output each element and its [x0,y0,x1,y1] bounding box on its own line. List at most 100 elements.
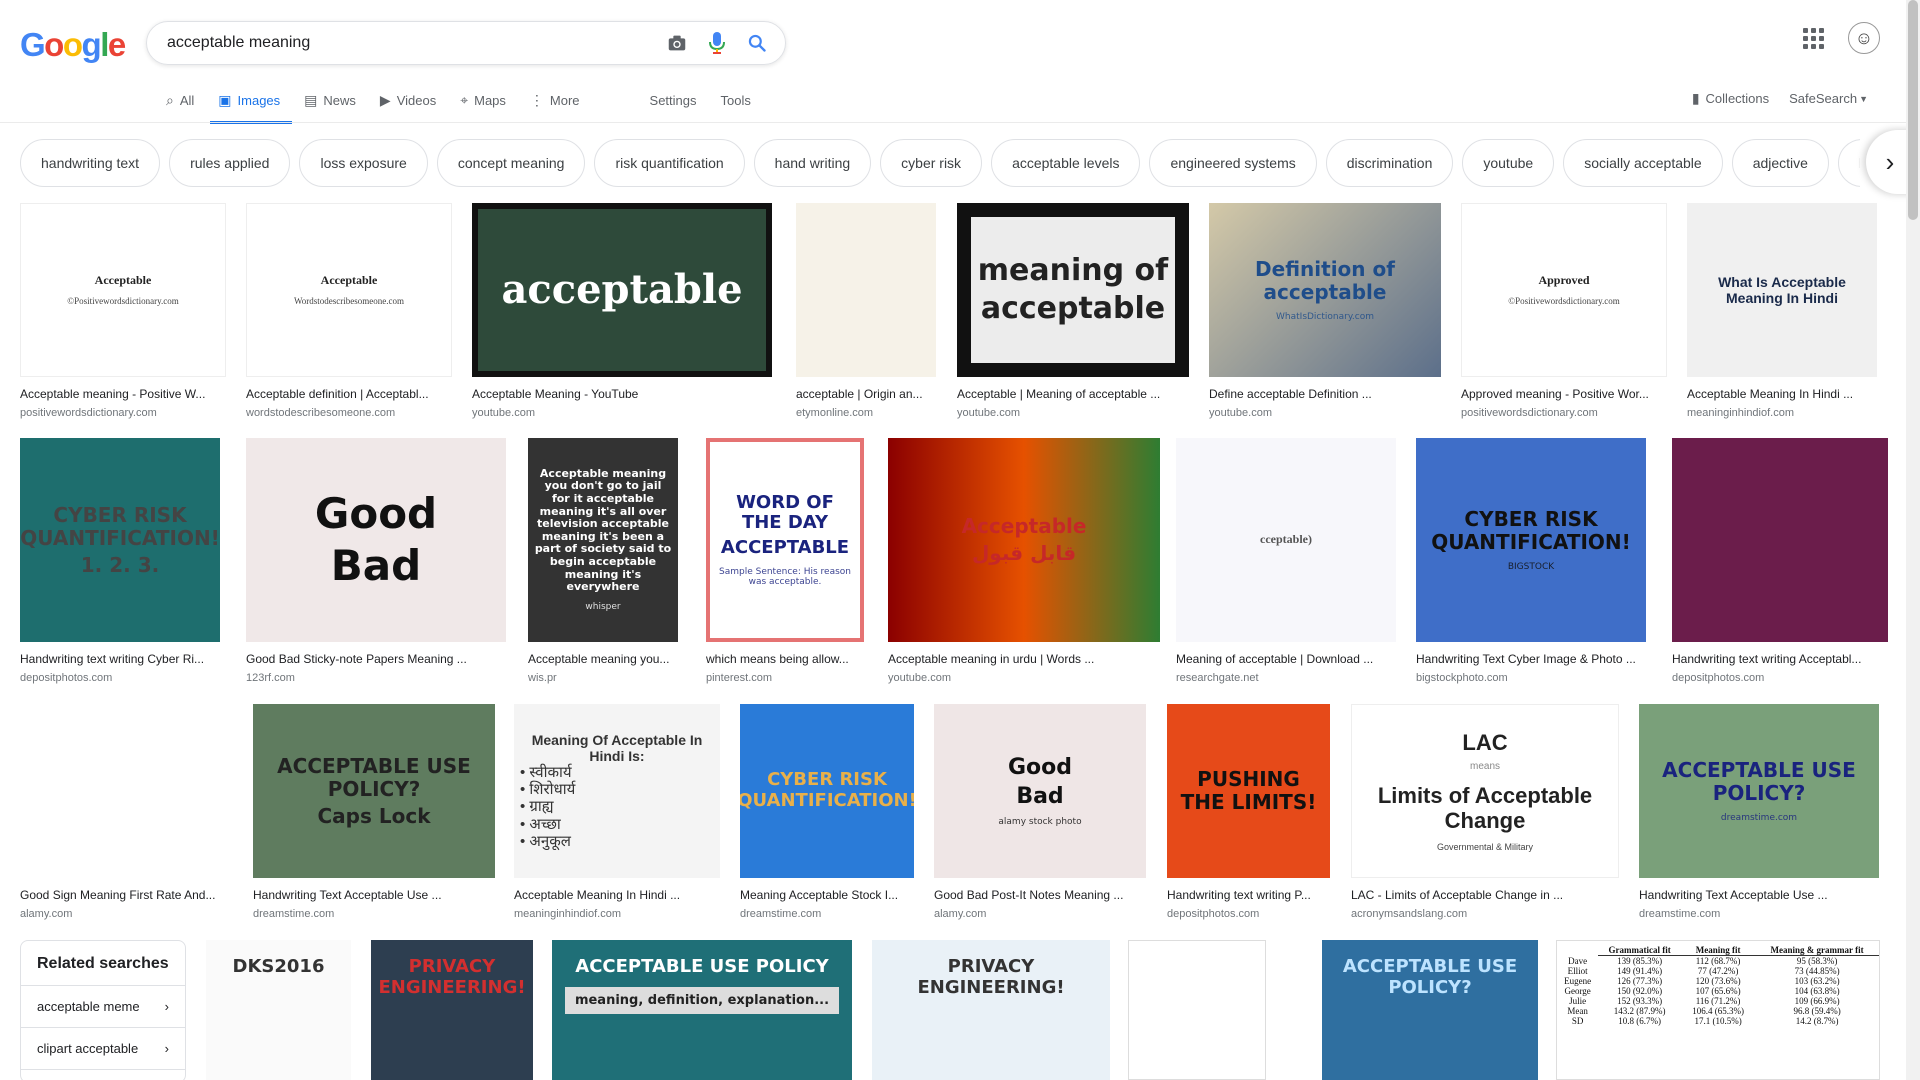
tab-more[interactable]: ⋮ More [530,88,580,123]
result-thumbnail[interactable]: meaning of acceptable [957,203,1189,377]
suggestion-chip[interactable]: youtube [1462,139,1555,187]
search-box[interactable]: acceptable meaning [146,21,786,65]
tools-link[interactable]: Tools [721,88,751,123]
result-title[interactable]: Handwriting Text Cyber Image & Photo ... [1416,652,1646,666]
image-result[interactable]: Good Bad Good Bad Sticky-note Papers Meani… [246,438,506,684]
result-thumbnail[interactable]: CYBER RISK QUANTIFICATION! 1. 2. 3. [20,438,220,642]
image-result[interactable]: EVIl GOOD alamy stock photo Good Sign Meani… [20,704,233,920]
search-input[interactable]: acceptable meaning [167,34,657,52]
image-result[interactable]: DKS2016 [206,940,351,1080]
result-thumbnail[interactable] [1128,940,1266,1080]
tab-videos[interactable]: ▶ Videos [380,88,436,123]
image-result[interactable]: Acceptable meaning you don't go to jail … [528,438,678,684]
image-result[interactable]: ACCEPTABLE USE POLICY? [1322,940,1538,1080]
result-thumbnail[interactable]: ACCEPTABLE USE POLICY? [1322,940,1538,1080]
result-thumbnail[interactable]: Acceptable meaning you don't go to jail … [528,438,678,642]
google-logo[interactable]: Google [20,26,126,64]
result-title[interactable]: Acceptable meaning you... [528,652,678,666]
result-thumbnail[interactable] [1672,438,1888,642]
result-thumbnail[interactable]: CYBER RISK QUANTIFICATION! BIGSTOCK [1416,438,1646,642]
result-title[interactable]: Handwriting text writing Acceptabl... [1672,652,1888,666]
tab-all[interactable]: ⌕ All [166,88,194,123]
suggestion-chip[interactable]: rules applied [169,139,291,187]
image-result[interactable]: acceptable Acceptable Meaning - YouTube yo… [472,203,772,419]
image-result[interactable]: PRIVACY ENGINEERING! [872,940,1110,1080]
image-result[interactable]: Handwriting text writing Acceptabl... dep… [1672,438,1888,684]
result-thumbnail[interactable]: PRIVACY ENGINEERING! [371,940,533,1080]
avatar[interactable]: ☺ [1848,22,1880,54]
result-title[interactable]: Meaning Acceptable Stock I... [740,888,914,902]
suggestion-chip[interactable]: handwriting text [20,139,161,187]
result-title[interactable]: LAC - Limits of Acceptable Change in ... [1351,888,1619,902]
result-thumbnail[interactable]: Approved ©Positivewordsdictionary.com [1461,203,1667,377]
result-thumbnail[interactable]: What Is Acceptable Meaning In Hindi [1687,203,1877,377]
image-result[interactable]: LAC means Limits of Acceptable Change Gover… [1351,704,1619,920]
image-result[interactable]: WORD OF THE DAY ACCEPTABLE Sample Sentence… [706,438,864,684]
image-result[interactable]: ACCEPTABLE USE POLICY? dreamstime.com Hand… [1639,704,1879,920]
result-title[interactable]: Handwriting Text Acceptable Use ... [253,888,495,902]
suggestion-chip[interactable]: socially acceptable [1563,139,1723,187]
apps-grid-icon[interactable] [1803,27,1824,49]
image-result[interactable]: Acceptable ©Positivewordsdictionary.com Ac… [20,203,226,419]
result-thumbnail[interactable]: ACCEPTABLE USE POLICY? dreamstime.com [1639,704,1879,878]
result-thumbnail[interactable]: PRIVACY ENGINEERING! [872,940,1110,1080]
tab-maps[interactable]: ⌖ Maps [460,88,506,123]
result-title[interactable]: Approved meaning - Positive Wor... [1461,387,1667,401]
result-thumbnail[interactable]: DKS2016 [206,940,351,1080]
image-result[interactable] [1128,940,1266,1080]
image-result[interactable]: Approved ©Positivewordsdictionary.com Appr… [1461,203,1667,419]
result-title[interactable]: Good Bad Post-It Notes Meaning ... [934,888,1146,902]
image-result[interactable]: Acceptable قابل قبول Acceptable meaning in… [888,438,1160,684]
result-title[interactable]: Good Bad Sticky-note Papers Meaning ... [246,652,506,666]
image-result[interactable]: Meaning Of Acceptable In Hindi Is: • स्वी… [514,704,720,920]
scrollbar-thumb[interactable] [1908,0,1918,220]
result-thumbnail[interactable]: Acceptable ©Positivewordsdictionary.com [20,203,226,377]
result-thumbnail[interactable]: Definition of acceptable WhatIsDictionary… [1209,203,1441,377]
image-result[interactable]: CYBER RISK QUANTIFICATION! 1. 2. 3. Handwr… [20,438,220,684]
suggestion-chip[interactable]: key [1837,139,1860,187]
result-thumbnail[interactable]: EVIl GOOD alamy stock photo [20,704,233,878]
result-title[interactable]: Define acceptable Definition ... [1209,387,1441,401]
related-search-item[interactable]: clipart acceptable › [21,1028,185,1070]
result-thumbnail[interactable]: ACCEPTABLE USE POLICY meaning, definition… [552,940,852,1080]
suggestion-chip[interactable]: cyber risk [880,139,983,187]
result-thumbnail[interactable]: Meaning Of Acceptable In Hindi Is: • स्वी… [514,704,720,878]
image-result[interactable]: ACCEPTABLE USE POLICY meaning, definition… [552,940,852,1080]
image-result[interactable]: CYBER RISK QUANTIFICATION! BIGSTOCK Handwr… [1416,438,1646,684]
result-title[interactable]: Acceptable Meaning - YouTube [472,387,772,401]
suggestion-chip[interactable]: discrimination [1325,139,1454,187]
result-title[interactable]: Acceptable meaning - Positive W... [20,387,226,401]
image-result[interactable]: Definition of acceptable WhatIsDictionary… [1209,203,1441,419]
scrollbar[interactable] [1906,0,1920,1080]
image-result[interactable]: PUSHING THE LIMITS! Handwriting text writ… [1167,704,1330,920]
result-title[interactable]: Handwriting text writing Cyber Ri... [20,652,220,666]
image-result[interactable]: meaning of acceptable Acceptable | Meaning… [957,203,1189,419]
result-title[interactable]: which means being allow... [706,652,864,666]
suggestion-chip[interactable]: engineered systems [1149,139,1317,187]
result-thumbnail[interactable]: CYBER RISK QUANTIFICATION! [740,704,914,878]
result-title[interactable]: Good Sign Meaning First Rate And... [20,888,233,902]
result-thumbnail[interactable]: ACCEPTABLE USE POLICY? Caps Lock [253,704,495,878]
suggestion-chip[interactable]: concept meaning [436,139,586,187]
image-result[interactable]: What Is Acceptable Meaning In Hindi Accep… [1687,203,1877,419]
image-result[interactable]: Acceptable Wordstodescribesomeone.com Acce… [246,203,452,419]
result-thumbnail[interactable]: PUSHING THE LIMITS! [1167,704,1330,878]
safesearch-dropdown[interactable]: SafeSearch ▼ [1789,91,1868,106]
camera-icon[interactable] [657,23,697,63]
result-thumbnail[interactable] [796,203,936,377]
settings-link[interactable]: Settings [650,88,697,123]
image-result[interactable]: ACCEPTABLE USE POLICY? Caps Lock Handwriti… [253,704,495,920]
result-thumbnail[interactable]: Good Bad [246,438,506,642]
search-icon[interactable] [737,23,777,63]
result-title[interactable]: Acceptable Meaning In Hindi ... [514,888,720,902]
tab-news[interactable]: ▤ News [304,88,356,123]
suggestion-chip[interactable]: loss exposure [299,139,428,187]
result-title[interactable]: acceptable | Origin an... [796,387,936,401]
result-title[interactable]: Acceptable Meaning In Hindi ... [1687,387,1877,401]
result-thumbnail[interactable]: Acceptable Wordstodescribesomeone.com [246,203,452,377]
result-title[interactable]: Acceptable definition | Acceptabl... [246,387,452,401]
collections-link[interactable]: ▮ Collections [1692,90,1769,107]
image-result[interactable]: acceptable | Origin an... etymonline.com [796,203,936,419]
suggestion-chip[interactable]: acceptable levels [991,139,1141,187]
image-result[interactable]: Grammatical fit Meaning fit Meaning & gram… [1556,940,1880,1080]
